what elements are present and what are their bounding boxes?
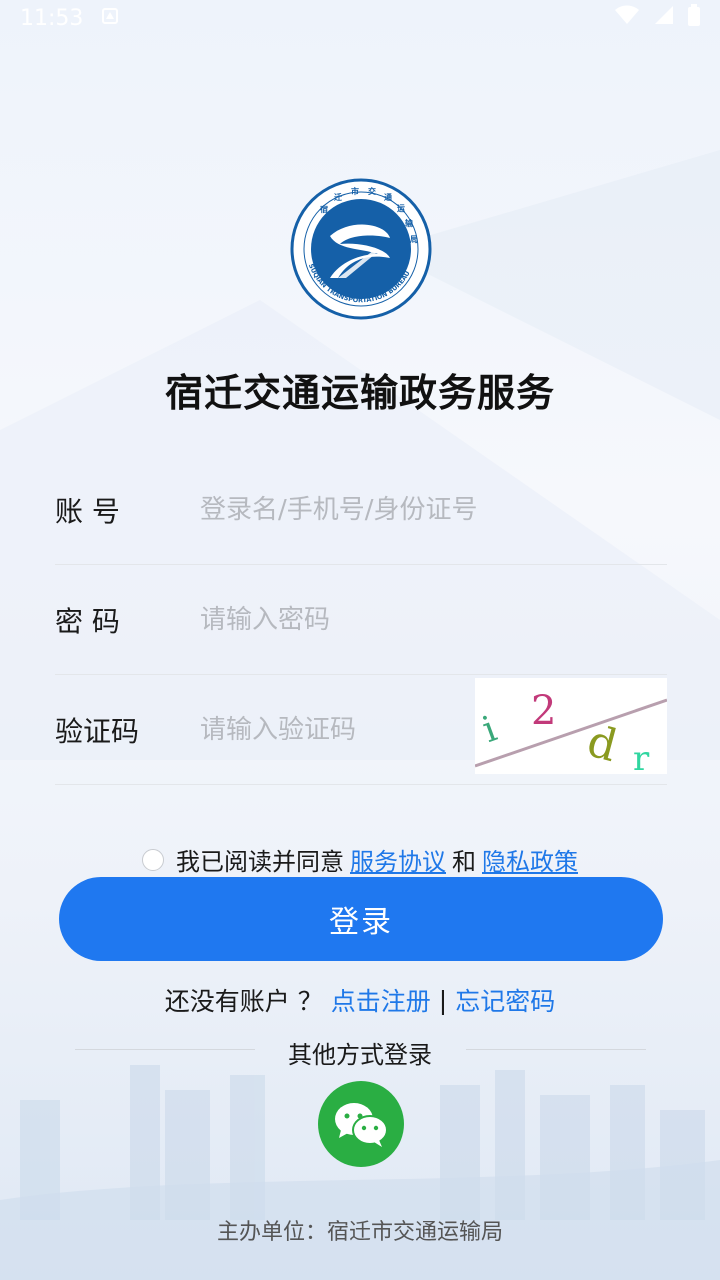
svg-text:局: 局 — [409, 235, 418, 244]
battery-icon — [688, 4, 700, 32]
status-bar: 11:53 — [0, 0, 720, 36]
login-button[interactable]: 登录 — [59, 877, 663, 961]
password-input[interactable] — [200, 565, 660, 674]
app-title: 宿迁交通运输政务服务 — [164, 370, 555, 415]
password-label: 密 码 — [55, 604, 120, 638]
svg-text:2: 2 — [531, 688, 556, 734]
svg-text:市: 市 — [351, 186, 359, 196]
signal-icon — [654, 5, 674, 31]
service-agreement-link[interactable]: 服务协议 — [350, 842, 446, 877]
agreement-checkbox[interactable] — [142, 848, 164, 871]
notification-icon — [101, 6, 119, 31]
forgot-password-link[interactable]: 忘记密码 — [455, 982, 555, 1018]
other-login-label: 其他方式登录 — [288, 1041, 432, 1069]
agreement-and: 和 — [452, 848, 476, 876]
account-input[interactable] — [200, 455, 660, 564]
svg-text:输: 输 — [405, 218, 414, 228]
divider-right — [466, 1049, 646, 1050]
svg-text:宿: 宿 — [320, 204, 328, 214]
privacy-policy-link[interactable]: 隐私政策 — [482, 842, 578, 877]
footer-organizer: 主办单位：宿迁市交通运输局 — [216, 1220, 503, 1245]
agreement-prefix: 我已阅读并同意 — [176, 848, 344, 876]
captcha-label: 验证码 — [55, 714, 140, 748]
svg-text:通: 通 — [384, 192, 392, 202]
wechat-login-button[interactable] — [318, 1081, 404, 1167]
transport-bureau-logo: 宿迁市 交通运 输局 SUQIAN TRANSPORTATION BUREAU — [290, 178, 432, 320]
account-row: 账 号 — [55, 455, 667, 565]
captcha-input[interactable] — [200, 675, 470, 784]
no-account-prompt: 还没有账户 ？ — [164, 987, 323, 1016]
other-login-section: 其他方式登录 — [0, 1035, 720, 1069]
svg-text:迁: 迁 — [334, 192, 342, 202]
svg-text:r: r — [633, 739, 650, 774]
status-time: 11:53 — [20, 5, 84, 31]
account-label: 账 号 — [55, 494, 120, 528]
register-line: 还没有账户 ？ 点击注册 | 忘记密码 — [0, 982, 720, 1018]
svg-text:交: 交 — [368, 186, 376, 196]
captcha-image[interactable]: i 2 d r — [475, 678, 667, 774]
captcha-row: 验证码 i 2 d r — [55, 675, 667, 785]
register-link[interactable]: 点击注册 — [331, 982, 431, 1018]
svg-text:运: 运 — [397, 204, 405, 213]
wechat-icon — [335, 1103, 388, 1147]
link-separator: | — [438, 985, 448, 1015]
agreement-line: 我已阅读并同意 服务协议 和 隐私政策 — [0, 842, 720, 877]
password-row: 密 码 — [55, 565, 667, 675]
wifi-icon — [614, 5, 640, 31]
